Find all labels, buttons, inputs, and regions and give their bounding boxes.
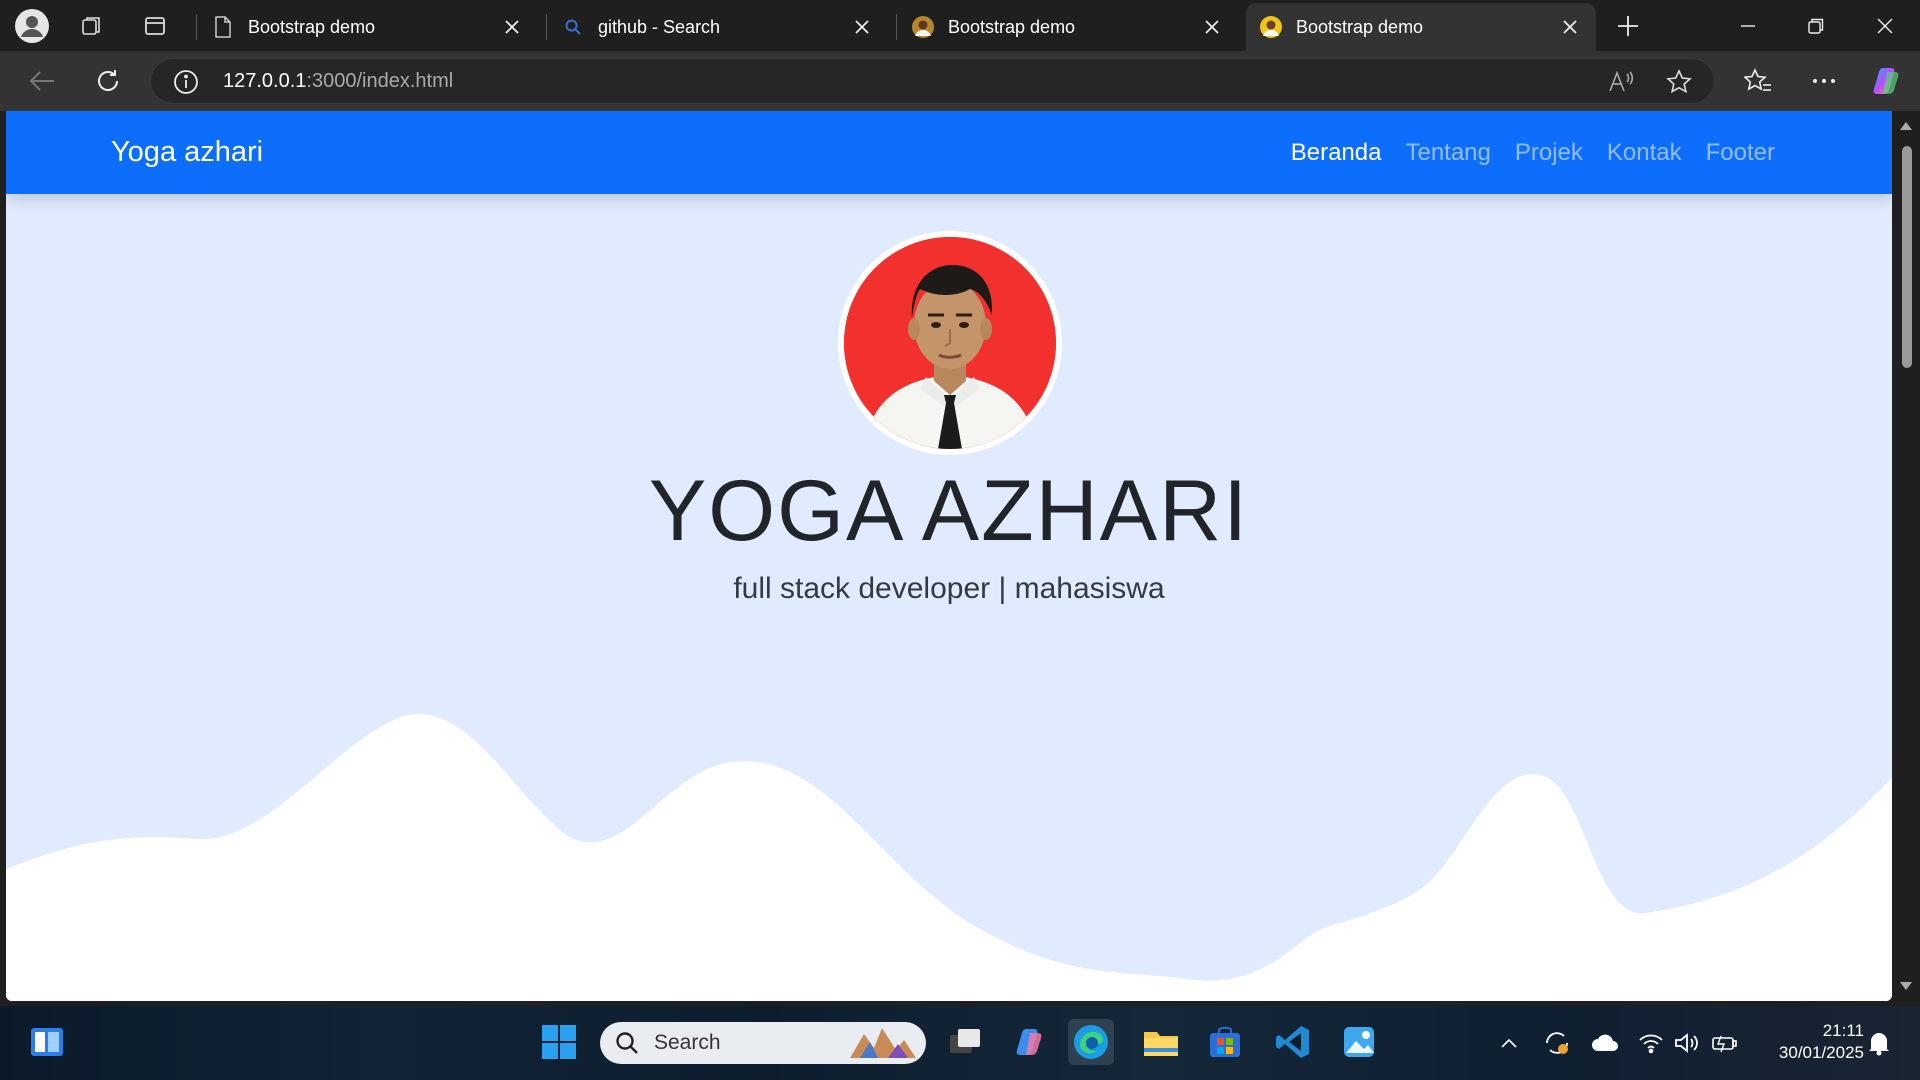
tab-separator	[196, 14, 197, 40]
tab-title: github - Search	[598, 16, 721, 37]
tab-title: Bootstrap demo	[248, 16, 376, 37]
page-viewport: Yoga azhari Beranda Tentang Projek Konta…	[6, 111, 1892, 1001]
scroll-down-arrow-icon[interactable]	[1899, 979, 1913, 993]
vertical-tabs-icon[interactable]	[135, 6, 175, 46]
browser-tab-strip: Bootstrap demo github - Search Bootstrap…	[0, 0, 1920, 51]
close-tab-icon[interactable]	[1200, 15, 1224, 39]
more-options-icon[interactable]	[1804, 61, 1844, 101]
wifi-icon[interactable]	[1636, 1028, 1666, 1058]
onedrive-cloud-icon[interactable]	[1590, 1028, 1620, 1058]
read-aloud-icon[interactable]	[1607, 68, 1635, 96]
hero-section: YOGA AZHARI full stack developer | mahas…	[6, 194, 1892, 1001]
scrollbar-thumb[interactable]	[1902, 146, 1912, 368]
nav-link-footer[interactable]: Footer	[1706, 139, 1775, 167]
favorites-icon[interactable]	[1738, 61, 1778, 101]
avatar-favicon-icon	[912, 16, 934, 38]
avatar-favicon-icon	[1260, 16, 1282, 38]
url-host: 127.0.0.1	[223, 70, 307, 92]
page-icon	[212, 16, 234, 38]
show-hidden-icons-icon[interactable]	[1494, 1028, 1524, 1058]
new-tab-icon[interactable]	[1608, 6, 1648, 46]
microsoft-store-icon[interactable]	[1202, 1019, 1248, 1065]
tab-title: Bootstrap demo	[1296, 16, 1424, 37]
address-url[interactable]: 127.0.0.1:3000/index.html	[223, 59, 453, 103]
volume-icon[interactable]	[1672, 1028, 1702, 1058]
back-arrow-icon[interactable]	[22, 61, 62, 101]
notification-bell-icon[interactable]	[1864, 1028, 1894, 1058]
taskbar-clock[interactable]: 21:11 30/01/2025	[1752, 1020, 1864, 1064]
site-info-icon[interactable]	[173, 69, 199, 95]
copilot-icon[interactable]	[1866, 61, 1906, 101]
navbar-links: Beranda Tentang Projek Kontak Footer	[1267, 111, 1775, 194]
file-explorer-icon[interactable]	[1138, 1019, 1184, 1065]
address-bar[interactable]: 127.0.0.1:3000/index.html	[150, 58, 1715, 104]
copilot-app-icon[interactable]	[1006, 1019, 1052, 1065]
scroll-up-arrow-icon[interactable]	[1899, 119, 1913, 133]
url-path: :3000/index.html	[306, 70, 454, 92]
tab-bootstrap-demo-2[interactable]: Bootstrap demo	[898, 3, 1238, 51]
tab-github-search[interactable]: github - Search	[548, 3, 888, 51]
battery-icon[interactable]	[1710, 1028, 1740, 1058]
wave-decoration	[6, 714, 1892, 1001]
tab-bootstrap-demo-1[interactable]: Bootstrap demo	[198, 3, 538, 51]
tab-separator	[896, 14, 897, 40]
widgets-icon[interactable]	[24, 1019, 70, 1065]
close-tab-icon[interactable]	[500, 15, 524, 39]
navbar-brand[interactable]: Yoga azhari	[111, 111, 263, 194]
taskbar-search-label: Search	[654, 1031, 721, 1054]
search-highlight-icon	[850, 1028, 916, 1058]
sync-status-icon[interactable]	[1542, 1028, 1572, 1058]
workspaces-icon[interactable]	[72, 6, 112, 46]
close-window-icon[interactable]	[1852, 0, 1918, 51]
close-tab-icon[interactable]	[850, 15, 874, 39]
favorite-star-icon[interactable]	[1665, 68, 1693, 96]
profile-photo-image	[844, 237, 1056, 449]
hero-name: YOGA AZHARI	[648, 463, 1250, 559]
photos-app-icon[interactable]	[1336, 1019, 1382, 1065]
profile-avatar-icon[interactable]	[12, 6, 52, 46]
page-scrollbar[interactable]	[1892, 111, 1920, 1001]
vscode-icon[interactable]	[1270, 1019, 1316, 1065]
minimize-icon[interactable]	[1715, 0, 1781, 51]
tab-bootstrap-demo-active[interactable]: Bootstrap demo	[1246, 3, 1596, 51]
profile-photo	[838, 231, 1062, 455]
edge-browser-icon[interactable]	[1068, 1019, 1114, 1065]
restore-icon[interactable]	[1783, 0, 1849, 51]
nav-link-beranda[interactable]: Beranda	[1291, 139, 1382, 167]
close-tab-icon[interactable]	[1558, 15, 1582, 39]
nav-link-projek[interactable]: Projek	[1515, 139, 1583, 167]
tab-title: Bootstrap demo	[948, 16, 1076, 37]
windows-start-icon[interactable]	[536, 1019, 582, 1065]
search-icon	[562, 16, 584, 38]
windows-taskbar: Search 21:11 30/01/2025	[0, 1006, 1920, 1080]
search-icon	[616, 1032, 638, 1054]
site-navbar: Yoga azhari Beranda Tentang Projek Konta…	[6, 111, 1892, 194]
clock-date: 30/01/2025	[1778, 1043, 1864, 1062]
taskbar-search-box[interactable]: Search	[600, 1022, 926, 1064]
nav-link-kontak[interactable]: Kontak	[1607, 139, 1682, 167]
hero-subtitle: full stack developer | mahasiswa	[733, 572, 1165, 605]
clock-time: 21:11	[1822, 1021, 1864, 1040]
refresh-icon[interactable]	[88, 61, 128, 101]
task-view-icon[interactable]	[942, 1019, 988, 1065]
tab-separator	[546, 14, 547, 40]
browser-toolbar: 127.0.0.1:3000/index.html	[0, 51, 1920, 111]
nav-link-tentang[interactable]: Tentang	[1405, 139, 1490, 167]
